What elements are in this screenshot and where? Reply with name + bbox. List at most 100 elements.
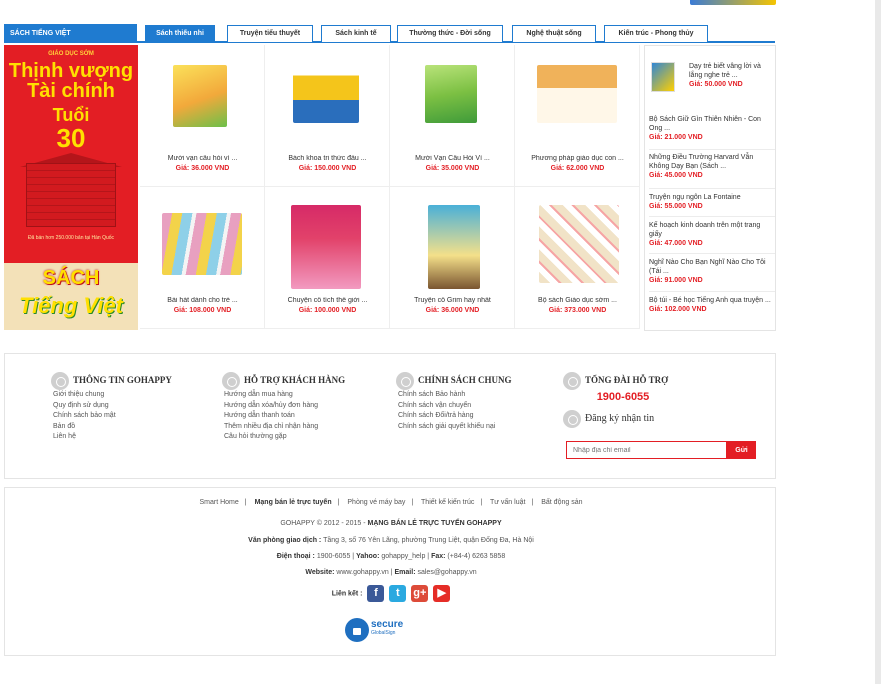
product-card[interactable]: Bách khoa tri thức đầu ... Giá: 150.000 … <box>265 45 390 187</box>
facebook-icon[interactable]: f <box>367 585 385 602</box>
footer-nav-link[interactable]: Tư vấn luật <box>490 499 525 506</box>
footer-link[interactable]: Bản đồ <box>51 422 172 433</box>
product-price: Giá: 36.000 VND <box>425 307 480 314</box>
subscribe-button[interactable]: Gửi <box>727 441 756 459</box>
footer-link[interactable]: Quy định sử dụng <box>51 401 172 412</box>
product-image[interactable] <box>173 65 227 127</box>
list-item-name[interactable]: Kế hoạch kinh doanh trên một trang giấy <box>649 221 775 239</box>
footer-link[interactable]: Chính sách Bảo hành <box>396 390 512 401</box>
list-item[interactable]: Bộ túi - Bé học Tiếng Anh qua truyện ...… <box>649 296 775 330</box>
footer-nav-link[interactable]: Phòng vé máy bay <box>347 499 405 506</box>
contact-line: Điện thoại : 1900-6055 | Yahoo: gohappy_… <box>276 553 506 560</box>
product-name[interactable]: Chuyện cổ tích thế giới ... <box>267 297 388 304</box>
top-banner-edge[interactable] <box>690 0 776 5</box>
footer-bottom: Smart Home | Mạng bán lẻ trực tuyến | Phòn… <box>4 487 776 656</box>
footer-link[interactable]: Hướng dẫn xóa/hủy đơn hàng <box>222 401 345 412</box>
social-links: Liên kết : f t g+ ▶ <box>5 585 777 602</box>
google-plus-icon[interactable]: g+ <box>411 585 429 602</box>
email-input[interactable] <box>566 441 727 459</box>
product-name[interactable]: Mười Vạn Câu Hỏi Vì ... <box>392 155 513 162</box>
product-grid: Mười vạn câu hỏi vì ... Giá: 36.000 VND … <box>140 45 640 330</box>
product-image[interactable] <box>291 205 361 289</box>
footer-nav-link[interactable]: Mạng bán lẻ trực tuyến <box>255 499 332 506</box>
promo-banner[interactable]: GIÁO DỤC SỚM Thịnh vượng Tài chính Tuổi … <box>4 45 138 330</box>
tab-truyen-tieu-thuyet[interactable]: Truyện tiểu thuyết <box>227 25 313 42</box>
product-image[interactable] <box>428 205 480 289</box>
list-item[interactable]: Bộ Sách Giữ Gìn Thiên Nhiên - Con Ong ..… <box>649 115 775 150</box>
footer-nav-link[interactable]: Thiết kế kiến trúc <box>421 499 474 506</box>
scrollbar-track[interactable] <box>875 0 881 684</box>
page: SÁCH TIẾNG VIỆT Sách thiếu nhi Truyện ti… <box>0 0 881 684</box>
footer-col-heading: TỔNG ĐÀI HỖ TRỢ <box>563 370 683 390</box>
footer-link[interactable]: Liên hệ <box>51 432 172 443</box>
tab-kien-truc-phong-thuy[interactable]: Kiến trúc - Phong thủy <box>604 25 708 42</box>
footer-link[interactable]: Câu hỏi thường gặp <box>222 432 345 443</box>
banner-note: Đã bán hơn 250.000 bản tại Hàn Quốc <box>27 235 115 241</box>
list-item[interactable]: Dạy trẻ biết vâng lời và lắng nghe trẻ .… <box>689 62 773 89</box>
product-image[interactable] <box>293 65 359 123</box>
list-item-price: Giá: 45.000 VND <box>649 172 703 179</box>
product-card[interactable]: Truyện cổ Grim hay nhất Giá: 36.000 VND <box>390 187 515 329</box>
product-card[interactable]: Mười vạn câu hỏi vì ... Giá: 36.000 VND <box>140 45 265 187</box>
product-name[interactable]: Bách khoa tri thức đầu ... <box>267 155 388 162</box>
product-price: Giá: 150.000 VND <box>298 165 357 172</box>
list-item-name[interactable]: Nghĩ Nào Cho Bạn Nghĩ Nào Cho Tôi (Tái .… <box>649 258 775 276</box>
footer-link[interactable]: Chính sách Đổi/trả hàng <box>396 411 512 422</box>
product-name[interactable]: Phương pháp giáo dục con ... <box>517 155 638 162</box>
footer-link[interactable]: Hướng dẫn mua hàng <box>222 390 345 401</box>
footer-link[interactable]: Chính sách giải quyết khiếu nại <box>396 422 512 433</box>
product-name[interactable]: Bài hát dành cho trẻ ... <box>142 297 263 304</box>
list-item-price: Giá: 21.000 VND <box>649 134 703 141</box>
footer-link[interactable]: Thêm nhiều địa chỉ nhận hàng <box>222 422 345 433</box>
secure-title: secure <box>371 619 404 630</box>
footer-link[interactable]: Chính sách vận chuyển <box>396 401 512 412</box>
footer-nav-link[interactable]: Smart Home <box>200 499 239 506</box>
product-card[interactable]: Chuyện cổ tích thế giới ... Giá: 100.000… <box>265 187 390 329</box>
office-address: Văn phòng giao dịch : Tầng 3, số 76 Yên … <box>248 537 534 544</box>
product-image[interactable] <box>539 205 619 283</box>
list-item-name[interactable]: Bộ Sách Giữ Gìn Thiên Nhiên - Con Ong ..… <box>649 115 775 133</box>
banner-publisher: GIÁO DỤC SỚM <box>48 51 94 57</box>
copyright: GOHAPPY © 2012 - 2015 - MẠNG BÁN LẺ TRỰC… <box>280 520 502 527</box>
tab-sach-thieu-nhi[interactable]: Sách thiếu nhi <box>145 25 215 42</box>
list-item-name[interactable]: Những Điều Trường Harvard Vẫn Không Dạy … <box>649 153 775 171</box>
product-name[interactable]: Mười vạn câu hỏi vì ... <box>142 155 263 162</box>
product-image[interactable] <box>537 65 617 123</box>
tab-sach-kinh-te[interactable]: Sách kinh tế <box>321 25 391 42</box>
list-item-name[interactable]: Dạy trẻ biết vâng lời và lắng nghe trẻ .… <box>689 62 773 80</box>
list-item[interactable]: Kế hoạch kinh doanh trên một trang giấy … <box>649 221 775 254</box>
list-item[interactable]: Nghĩ Nào Cho Bạn Nghĩ Nào Cho Tôi (Tái .… <box>649 258 775 292</box>
tab-nghe-thuat-song[interactable]: Nghệ thuật sống <box>512 25 596 42</box>
product-card[interactable]: Bộ sách Giáo dục sớm ... Giá: 373.000 VN… <box>515 187 640 329</box>
tab-thuong-thuc-doi-song[interactable]: Thường thức - Đời sống <box>397 25 503 42</box>
footer-link[interactable]: Hướng dẫn thanh toán <box>222 411 345 422</box>
footer-link[interactable]: Giới thiệu chung <box>51 390 172 401</box>
policy-icon <box>396 371 414 390</box>
banner-brand-line2: Tiếng Việt <box>19 293 123 318</box>
product-image[interactable] <box>425 65 477 123</box>
twitter-icon[interactable]: t <box>389 585 407 602</box>
list-item-name[interactable]: Bộ túi - Bé học Tiếng Anh qua truyện ... <box>649 296 775 305</box>
product-price: Giá: 373.000 VND <box>548 307 607 314</box>
youtube-icon[interactable]: ▶ <box>433 585 451 602</box>
category-bar: SÁCH TIẾNG VIỆT Sách thiếu nhi Truyện ti… <box>4 24 775 43</box>
product-card[interactable]: Phương pháp giáo dục con ... Giá: 62.000… <box>515 45 640 187</box>
footer-nav-link[interactable]: Bất động sản <box>541 499 582 506</box>
list-item-price: Giá: 50.000 VND <box>689 81 743 88</box>
banner-brand-line1: SÁCH <box>42 267 100 289</box>
product-card[interactable]: Mười Vạn Câu Hỏi Vì ... Giá: 35.000 VND <box>390 45 515 187</box>
list-item[interactable]: Những Điều Trường Harvard Vẫn Không Dạy … <box>649 153 775 189</box>
product-price: Giá: 35.000 VND <box>425 165 480 172</box>
footer-link[interactable]: Chính sách bảo mật <box>51 411 172 422</box>
featured-item-thumbnail[interactable] <box>651 62 675 92</box>
hotline-number[interactable]: 1900-6055 <box>563 391 683 403</box>
product-card[interactable]: Bài hát dành cho trẻ ... Giá: 108.000 VN… <box>140 187 265 329</box>
banner-title-line4: 30 <box>56 123 86 153</box>
list-item-name[interactable]: Truyện ngụ ngôn La Fontaine <box>649 193 775 202</box>
product-price: Giá: 62.000 VND <box>550 165 605 172</box>
secure-seal[interactable]: secure GlobalSign <box>345 618 415 644</box>
list-item[interactable]: Truyện ngụ ngôn La Fontaine Giá: 55.000 … <box>649 193 775 217</box>
product-name[interactable]: Bộ sách Giáo dục sớm ... <box>517 297 638 304</box>
product-image[interactable] <box>162 213 242 275</box>
product-name[interactable]: Truyện cổ Grim hay nhất <box>392 297 513 304</box>
